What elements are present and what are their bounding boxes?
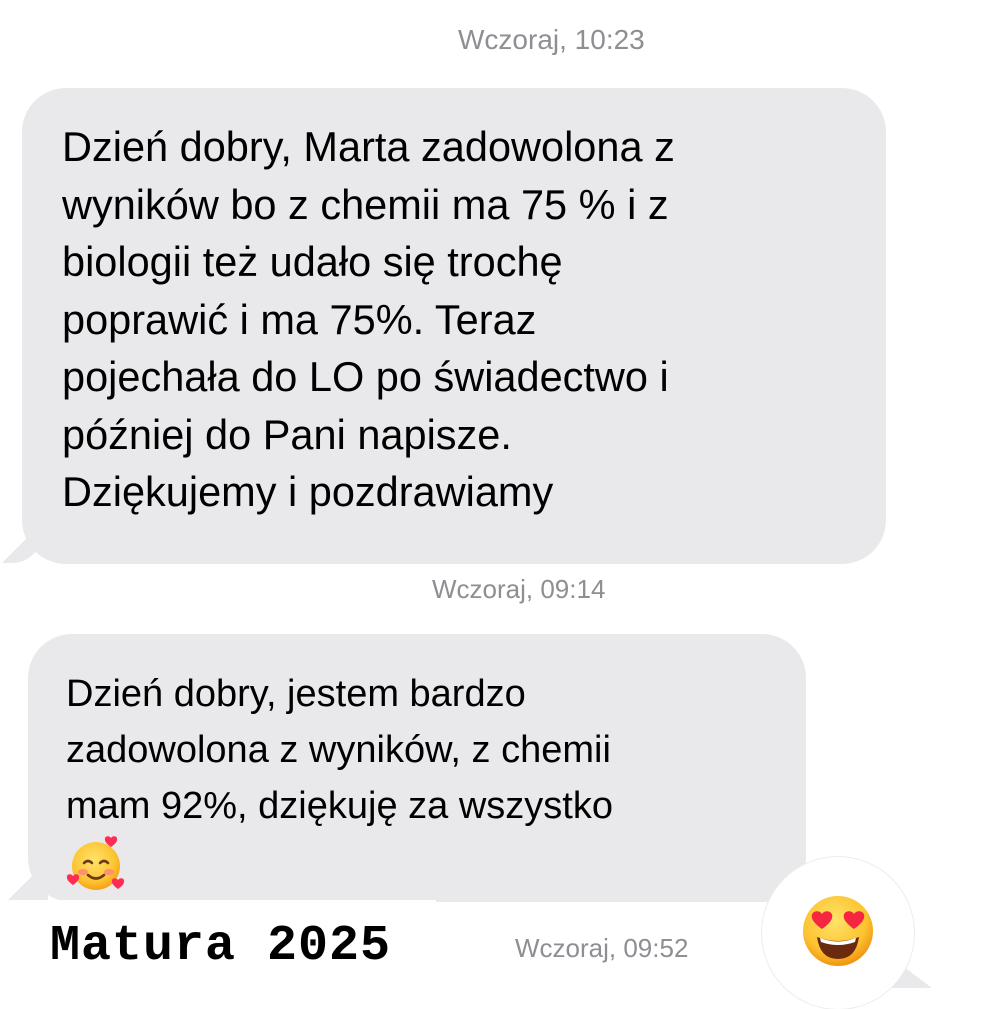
reaction-bubble[interactable]	[762, 857, 914, 1009]
message-bubble-1[interactable]: Dzień dobry, Marta zadowolona z wyników …	[22, 88, 886, 564]
timestamp-2: Wczoraj, 09:14	[432, 574, 606, 604]
heart-eyes-face-icon	[803, 896, 873, 966]
timestamp-3: Wczoraj, 09:52	[515, 933, 689, 963]
smiling-face-with-hearts-icon	[66, 834, 126, 899]
caption-text: Matura 2025	[50, 918, 392, 975]
message-bubble-2[interactable]: Dzień dobry, jestem bardzo zadowolona z …	[28, 634, 806, 902]
message-text-1: Dzień dobry, Marta zadowolona z wyników …	[62, 123, 675, 515]
message-text-2: Dzień dobry, jestem bardzo zadowolona z …	[66, 673, 613, 827]
timestamp-1: Wczoraj, 10:23	[458, 24, 645, 55]
